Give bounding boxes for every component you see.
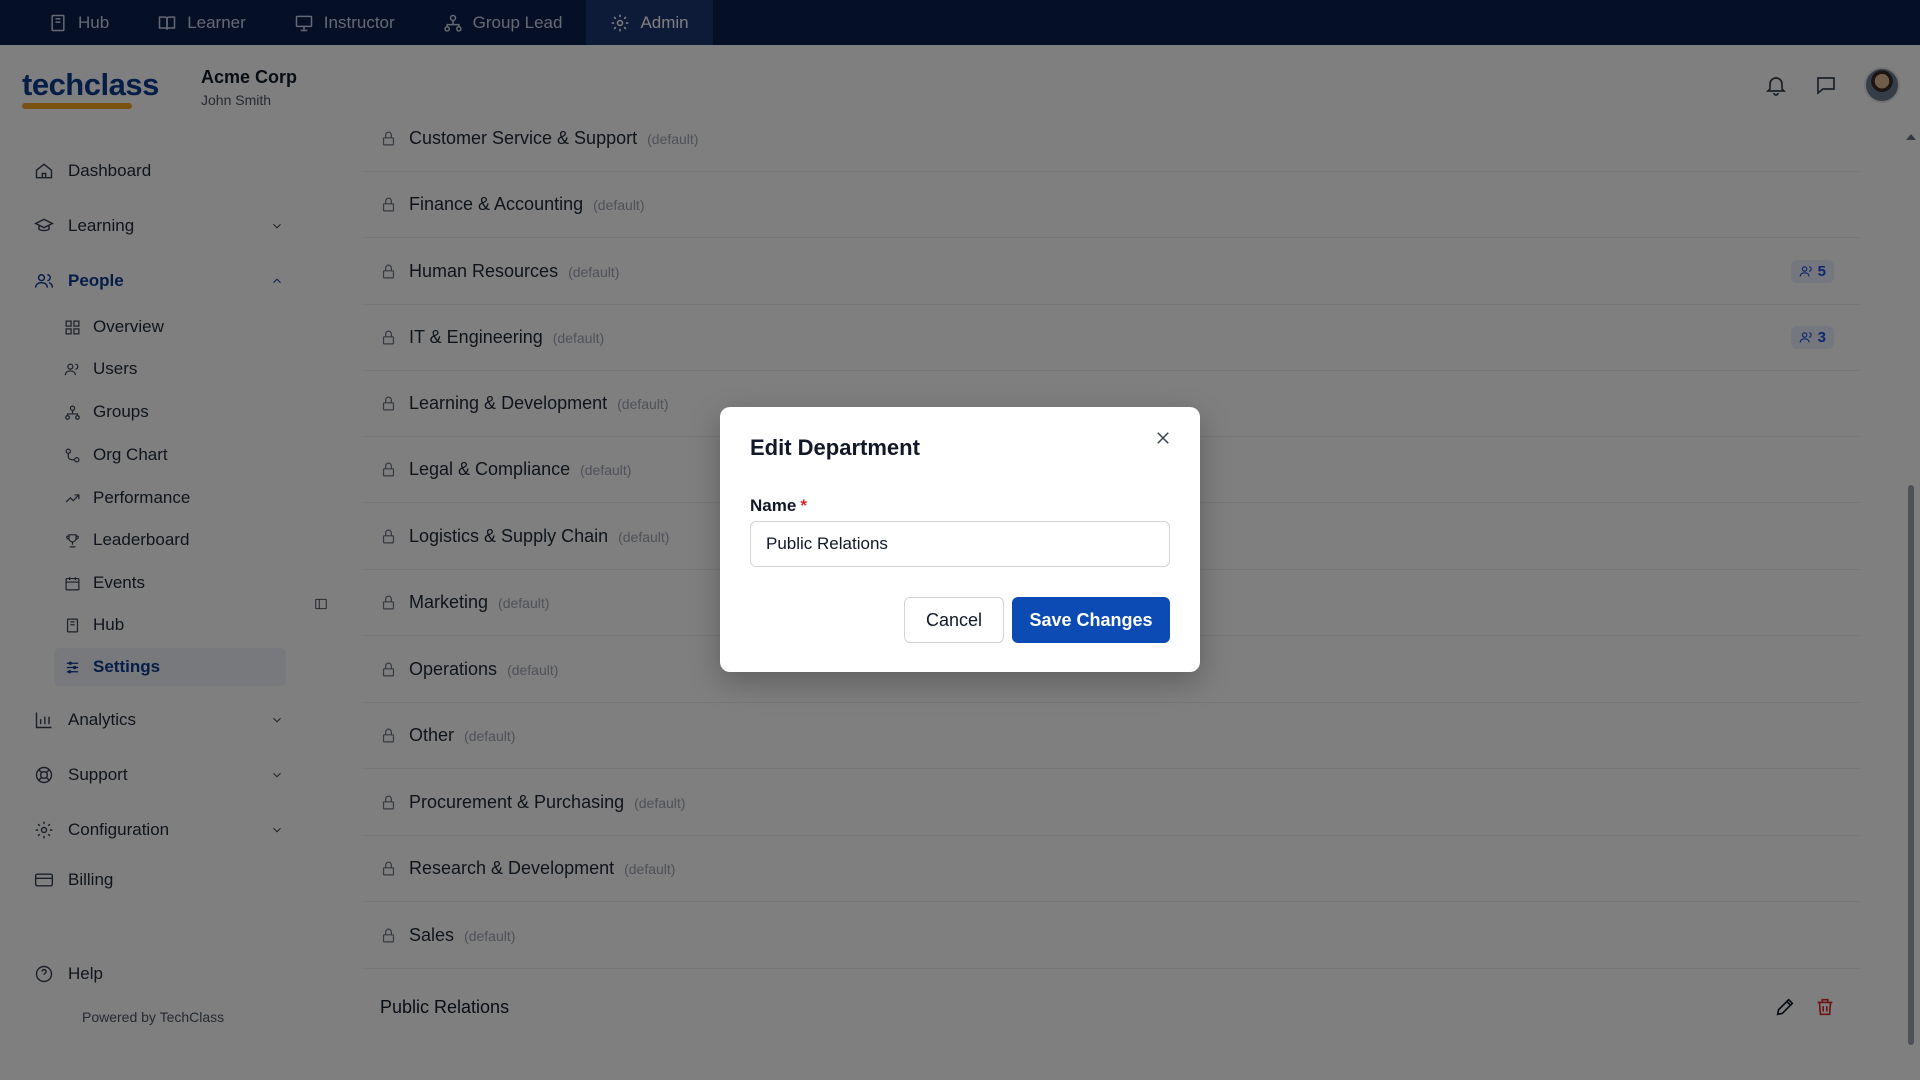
dialog-title: Edit Department <box>750 435 920 460</box>
required-asterisk: * <box>800 496 807 515</box>
close-button[interactable] <box>1154 429 1176 451</box>
name-field-label: Name * <box>750 496 807 516</box>
close-icon <box>1157 432 1169 444</box>
cancel-button[interactable]: Cancel <box>904 597 1004 643</box>
name-label-text: Name <box>750 496 797 515</box>
department-name-input[interactable] <box>750 521 1170 567</box>
edit-department-dialog: Edit Department Name* Cancel Save Change… <box>720 407 1200 672</box>
save-changes-button[interactable]: Save Changes <box>1012 597 1170 643</box>
